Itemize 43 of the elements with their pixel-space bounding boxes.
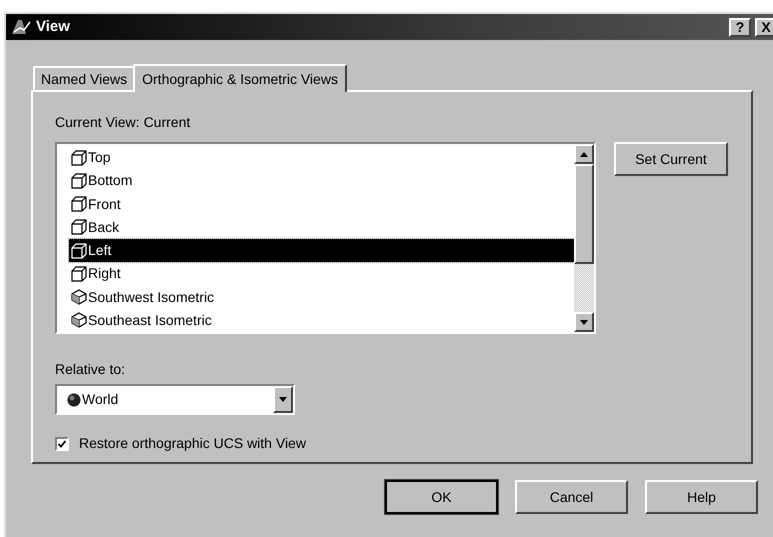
cube-icon	[71, 150, 87, 166]
scroll-up-button[interactable]	[574, 144, 594, 164]
restore-ucs-label: Restore orthographic UCS with View	[79, 434, 306, 453]
cube-icon	[71, 266, 87, 282]
relative-to-dropdown[interactable]: World	[55, 384, 295, 415]
scroll-down-button[interactable]	[574, 312, 594, 332]
scrollbar[interactable]	[574, 144, 594, 332]
view-list-item[interactable]: Front	[69, 192, 574, 216]
view-list-item[interactable]: Top	[69, 146, 574, 170]
cube-icon	[71, 196, 87, 212]
set-current-button[interactable]: Set Current	[614, 142, 728, 176]
dialog-button[interactable]: Cancel	[515, 480, 628, 514]
dropdown-value: World	[82, 390, 120, 409]
isometric-icon	[71, 312, 87, 328]
view-list-item[interactable]: Left	[69, 239, 574, 262]
cube-icon	[71, 242, 87, 259]
restore-ucs-checkbox[interactable]	[55, 436, 69, 450]
view-list-item[interactable]: Southwest Isometric	[69, 286, 574, 309]
cube-icon	[71, 172, 87, 189]
isometric-icon	[71, 289, 87, 306]
relative-to-label: Relative to:	[55, 360, 126, 379]
tab[interactable]: Orthographic & Isometric Views	[133, 64, 347, 92]
down-arrow-icon	[279, 397, 287, 402]
globe-icon	[67, 392, 81, 406]
current-view-label: Current View:	[55, 113, 140, 132]
scroll-thumb[interactable]	[574, 164, 594, 264]
close-button[interactable]: X	[755, 18, 773, 36]
window-title: View	[36, 16, 71, 37]
dialog-button[interactable]: Help	[645, 480, 758, 514]
view-list-item[interactable]: Bottom	[69, 169, 574, 192]
down-arrow-icon	[580, 320, 588, 324]
up-arrow-icon	[580, 152, 588, 156]
help-button[interactable]: ?	[729, 18, 751, 36]
current-view-value: Current	[144, 113, 190, 132]
dropdown-arrow-button[interactable]	[273, 386, 293, 413]
view-list-item[interactable]: Right	[69, 262, 574, 286]
view-list-item[interactable]: Back	[69, 216, 574, 239]
cube-icon	[71, 219, 87, 236]
tab[interactable]: Named Views	[33, 66, 134, 90]
view-list-item[interactable]: Southeast Isometric	[69, 308, 574, 332]
check-icon	[58, 440, 66, 448]
dialog-button[interactable]: OK	[385, 480, 498, 514]
app-icon	[10, 18, 32, 36]
